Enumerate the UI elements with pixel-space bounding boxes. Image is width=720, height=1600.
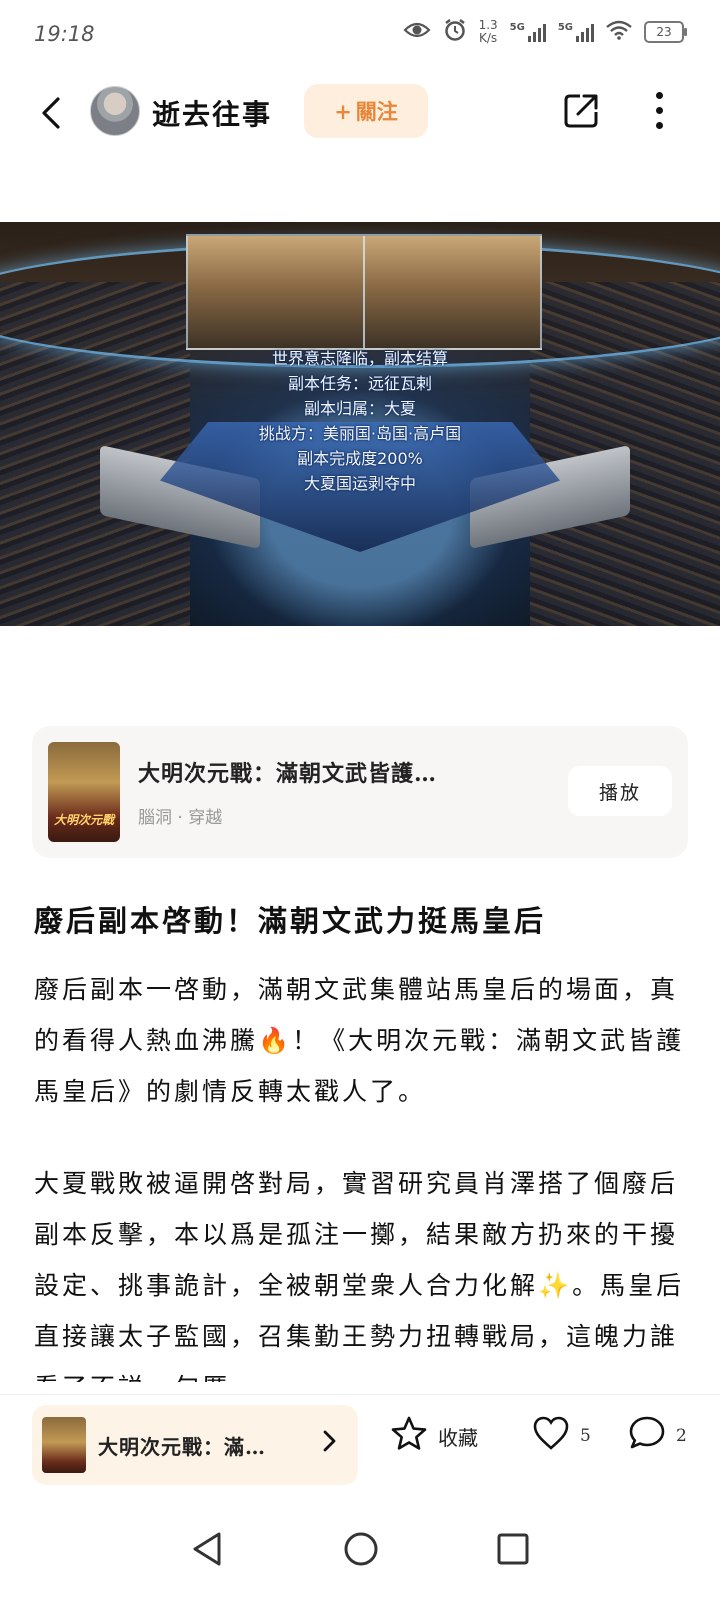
banner-line: 副本任务：远征瓦剌 [287,374,432,393]
mini-book-title: 大明次元戰：滿… [98,1435,266,1459]
nav-recent-apps-icon[interactable] [496,1532,530,1570]
book-tags: 腦洞 · 穿越 [138,808,223,828]
like-button[interactable]: 5 [532,1415,591,1456]
comment-icon [628,1415,666,1456]
comment-count: 2 [676,1425,687,1446]
nav-back-icon[interactable] [190,1530,224,1572]
article-banner-image: 世界意志降临，副本结算 副本任务：远征瓦剌 副本归属：大夏 挑战方：美丽国·岛国… [0,222,720,626]
heart-icon [532,1415,570,1456]
speed-unit: K/s [479,31,498,45]
book-card[interactable]: 大明次元戰 大明次元戰：滿朝文武皆護… 腦洞 · 穿越 播放 [32,726,688,858]
comment-button[interactable]: 2 [628,1415,687,1456]
banner-line: 大夏国运剥夺中 [303,474,416,493]
nav-home-icon[interactable] [342,1530,380,1572]
avatar[interactable] [90,86,140,136]
battery-icon: 23 [644,21,687,43]
like-count: 5 [580,1425,591,1446]
article-headline: 廢后副本啓動！滿朝文武力挺馬皇后 [34,904,547,938]
status-icons: 1.3 K/s 5G 5G 23 [403,18,687,46]
follow-button[interactable]: + 關注 [304,84,428,138]
banner-line: 挑战方：美丽国·岛国·高卢国 [258,424,462,443]
signal-label: 5G [509,22,525,33]
star-icon [390,1415,428,1458]
status-bar: 19:18 1.3 K/s 5G 5G 23 [0,0,720,70]
bottom-action-bar: 大明次元戰：滿… 收藏 5 2 [0,1394,720,1495]
book-cover[interactable]: 大明次元戰 [48,742,120,842]
favorite-button[interactable]: 收藏 [390,1415,478,1458]
favorite-label: 收藏 [438,1426,478,1450]
chevron-right-icon [322,1427,338,1455]
book-title[interactable]: 大明次元戰：滿朝文武皆護… [138,756,437,788]
article-paragraph: 廢后副本一啓動，滿朝文武集體站馬皇后的場面，真的看得人熱血沸騰🔥！《大明次元戰：… [34,975,685,1106]
signal-icon: 5G [510,22,546,42]
back-icon[interactable] [38,96,64,130]
mini-book-link[interactable]: 大明次元戰：滿… [32,1405,358,1485]
status-time: 19:18 [34,22,95,46]
alarm-icon [443,18,467,46]
author-name[interactable]: 逝去往事 [152,93,272,133]
article-paragraph: 大夏戰敗被逼開啓對局，實習研究員肖澤搭了個廢后副本反擊，本以爲是孤注一擲，結果敵… [34,1169,685,1382]
network-speed: 1.3 K/s [479,19,498,45]
share-icon[interactable] [562,92,600,130]
signal-label-2: 5G [557,22,573,33]
system-nav-bar [0,1500,720,1600]
mini-book-cover [42,1417,86,1473]
banner-overlay-text: 世界意志降临，副本结算 副本任务：远征瓦剌 副本归属：大夏 挑战方：美丽国·岛国… [0,346,720,496]
plus-icon: + [334,98,352,124]
play-button[interactable]: 播放 [568,766,672,816]
signal-icon-2: 5G [558,22,594,42]
cover-title: 大明次元戰 [53,813,114,827]
more-options-icon[interactable] [654,92,664,132]
follow-label: 關注 [355,99,398,124]
wifi-icon [606,20,632,44]
banner-line: 副本归属：大夏 [303,399,416,418]
top-header: 逝去往事 + 關注 [0,78,720,148]
banner-line: 世界意志降临，副本结算 [271,349,448,368]
eye-icon [403,20,431,44]
banner-line: 副本完成度200% [297,449,423,468]
